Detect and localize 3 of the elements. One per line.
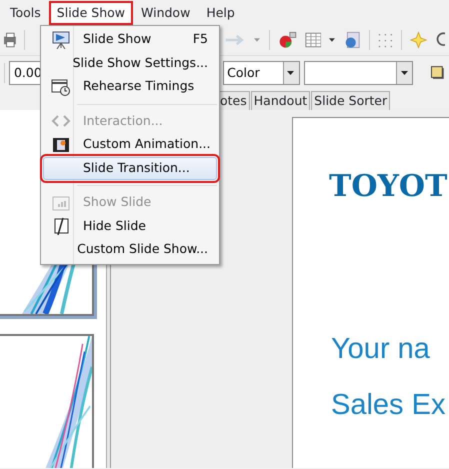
slide-text: Your na — [331, 332, 430, 367]
slide-text: Sales Ex — [331, 388, 446, 423]
slide-title: TOYOT — [329, 168, 448, 206]
